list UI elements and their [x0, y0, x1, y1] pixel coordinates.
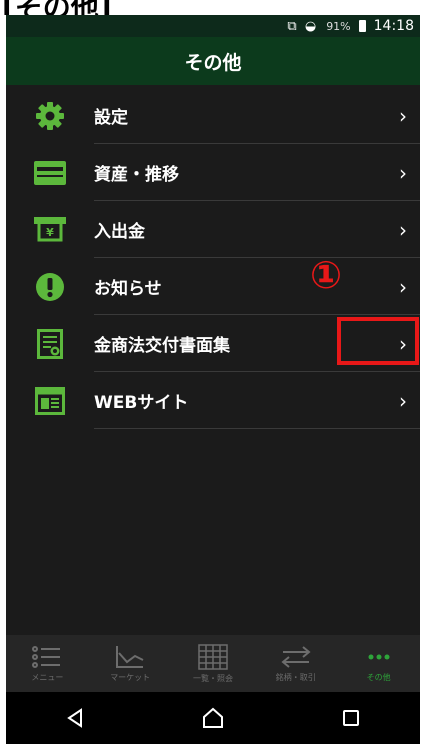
menu-label-settings: 設定 [94, 108, 128, 128]
chevron-right-icon: › [399, 103, 407, 128]
app-header: その他 [6, 37, 420, 85]
battery-icon [358, 20, 366, 32]
atm-icon: ¥ [34, 216, 66, 241]
gear-icon [36, 101, 64, 130]
menu-label-deposit: 入出金 [94, 222, 145, 242]
nav-item-other[interactable]: その他 [337, 635, 420, 692]
menu-list-icon [32, 645, 61, 668]
top-heading-text: [その他] [2, 0, 112, 15]
back-triangle-icon [67, 708, 82, 728]
menu-label-assets: 資産・推移 [94, 165, 179, 185]
annotation-highlight-box [337, 317, 419, 365]
document-icon [37, 328, 63, 359]
nav-item-market[interactable]: マーケット [89, 635, 172, 692]
chevron-right-icon: › [399, 217, 407, 242]
nav-item-menu[interactable]: メニュー [6, 635, 89, 692]
menu-item-deposit[interactable]: ¥ 入出金 › [6, 201, 420, 258]
menu-item-website[interactable]: WEBサイト › [6, 372, 420, 429]
nav-item-list[interactable]: 一覧・照会 [172, 635, 255, 692]
chart-icon [116, 645, 144, 668]
menu-list: 設定 › 資産・推移 › ¥ 入出金 › お知らせ › 金商法交付書面集 › W… [6, 87, 420, 429]
chevron-right-icon: › [399, 160, 407, 185]
menu-item-notices[interactable]: お知らせ › [6, 258, 420, 315]
nav-label-menu: メニュー [31, 672, 64, 682]
nav-label-other: その他 [366, 672, 391, 682]
menu-label-notices: お知らせ [94, 279, 162, 299]
home-button[interactable] [183, 698, 243, 738]
annotation-number: ① [310, 253, 343, 297]
svg-text:¥: ¥ [46, 226, 54, 239]
chevron-right-icon: › [399, 388, 407, 413]
nav-label-trade: 銘柄・取引 [275, 672, 316, 682]
menu-label-website: WEBサイト [94, 393, 189, 413]
nav-label-list: 一覧・照会 [192, 673, 233, 683]
top-heading-fragment: [その他] [0, 0, 421, 15]
page-title: その他 [184, 51, 242, 74]
home-icon [203, 707, 223, 728]
menu-item-assets[interactable]: 資産・推移 › [6, 144, 420, 201]
nav-item-trade[interactable]: 銘柄・取引 [254, 635, 337, 692]
grid-icon [198, 643, 228, 670]
chevron-right-icon: › [399, 274, 407, 299]
bottom-navigation: メニュー マーケット 一覧・照会 銘柄・取引 その他 [6, 635, 420, 692]
card-icon [34, 160, 66, 185]
back-button[interactable] [45, 698, 105, 738]
swap-icon [281, 645, 311, 668]
divider [94, 428, 420, 429]
status-bar: ⧉ ◒ 91% 14:18 [6, 15, 420, 37]
web-icon [35, 386, 65, 415]
more-dots-icon [368, 654, 390, 659]
exclamation-icon [36, 272, 64, 301]
signal-icons: ⧉ ◒ [287, 18, 319, 34]
square-icon [343, 710, 359, 726]
nav-label-market: マーケット [110, 672, 151, 682]
recent-apps-button[interactable] [321, 698, 381, 738]
system-navigation-bar [6, 692, 420, 744]
battery-percent: 91% [326, 19, 351, 33]
phone-screen: ⧉ ◒ 91% 14:18 その他 設定 › 資産・推移 › ¥ 入出金 › お… [6, 15, 420, 744]
clock: 14:18 [373, 18, 414, 34]
menu-item-settings[interactable]: 設定 › [6, 87, 420, 144]
